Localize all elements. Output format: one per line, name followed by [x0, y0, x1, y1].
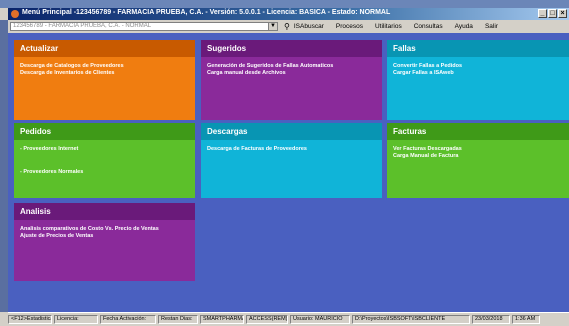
- menu-ayuda[interactable]: Ayuda: [455, 22, 473, 31]
- menu-salir[interactable]: Salir: [485, 22, 498, 31]
- close-button[interactable]: ×: [558, 9, 567, 18]
- status-db-mode: ACCESS(REM): [246, 315, 288, 324]
- menu-consultas[interactable]: Consultas: [414, 22, 443, 31]
- status-time: 1:36 AM: [512, 315, 540, 324]
- status-bar: <F12>Estadistica Licencia: Fecha Activac…: [8, 312, 569, 326]
- status-usuario: Usuario: MAURICIO: [290, 315, 350, 324]
- pharmacy-select[interactable]: 123456789 - FARMACIA PRUEBA, C.A. - NORM…: [10, 22, 278, 31]
- title-bar: Menú Principal -123456789 - FARMACIA PRU…: [8, 8, 569, 20]
- status-fecha-activacion: Fecha Activación:: [100, 315, 156, 324]
- link-descarga-inventarios[interactable]: Descarga de Inventarios de Clientes: [20, 70, 189, 77]
- tile-sugeridos-title: Sugeridos: [201, 40, 382, 57]
- window-title: Menú Principal -123456789 - FARMACIA PRU…: [22, 9, 391, 16]
- link-ajuste-precios[interactable]: Ajuste de Precios de Ventas: [20, 233, 189, 240]
- pharmacy-select-value: 123456789 - FARMACIA PRUEBA, C.A. - NORM…: [13, 23, 152, 29]
- tile-fallas-title: Fallas: [387, 40, 569, 57]
- tile-pedidos[interactable]: Pedidos - Proveedores Internet - Proveed…: [14, 123, 195, 198]
- link-carga-manual-archivos[interactable]: Carga manual desde Archivos: [207, 70, 376, 77]
- status-path: D:\Proyectos\ISBSOFT\ISBCLIENTE: [352, 315, 470, 324]
- status-product: SMARTPHARMA: [200, 315, 244, 324]
- tile-actualizar[interactable]: Actualizar Descarga de Catalogos de Prov…: [14, 40, 195, 120]
- dashboard-area: Actualizar Descarga de Catalogos de Prov…: [8, 33, 569, 312]
- tile-descargas-title: Descargas: [201, 123, 382, 140]
- status-date: 23/03/2018: [472, 315, 510, 324]
- minimize-button[interactable]: _: [538, 9, 547, 18]
- menu-isabuscar[interactable]: ISAbuscar: [294, 22, 324, 31]
- link-carga-manual-factura[interactable]: Carga Manual de Factura: [393, 153, 563, 160]
- tile-actualizar-title: Actualizar: [14, 40, 195, 57]
- tile-analisis-title: Analisis: [14, 203, 195, 220]
- status-licencia: Licencia:: [54, 315, 98, 324]
- status-restan-dias: Restan Dias:: [158, 315, 198, 324]
- menu-bar: 123456789 - FARMACIA PRUEBA, C.A. - NORM…: [8, 20, 569, 34]
- window-left-edge: [0, 20, 8, 312]
- maximize-button[interactable]: □: [548, 9, 557, 18]
- link-cargar-fallas-isaweb[interactable]: Cargar Fallas a ISAweb: [393, 70, 563, 77]
- link-descarga-facturas[interactable]: Descarga de Facturas de Proveedores: [207, 146, 376, 153]
- menu-items: ⚲ ISAbuscar Procesos Utilitarios Consult…: [284, 22, 510, 31]
- tile-sugeridos[interactable]: Sugeridos Generación de Sugeridos de Fal…: [201, 40, 382, 120]
- link-proveedores-normales[interactable]: - Proveedores Normales: [20, 169, 189, 176]
- dropdown-arrow-icon[interactable]: ▼: [268, 23, 277, 30]
- tile-facturas-title: Facturas: [387, 123, 569, 140]
- menu-procesos[interactable]: Procesos: [336, 22, 363, 31]
- app-icon: [11, 10, 19, 18]
- window-controls: _ □ ×: [538, 9, 567, 18]
- tile-fallas[interactable]: Fallas Convertir Fallas a Pedidos Cargar…: [387, 40, 569, 120]
- tile-descargas[interactable]: Descargas Descarga de Facturas de Provee…: [201, 123, 382, 198]
- tile-facturas[interactable]: Facturas Ver Facturas Descargadas Carga …: [387, 123, 569, 198]
- desktop-top-edge: [0, 0, 569, 8]
- status-estadistica[interactable]: <F12>Estadistica: [8, 315, 52, 324]
- binoculars-icon[interactable]: ⚲: [284, 22, 290, 31]
- tile-analisis[interactable]: Analisis Analisis comparativos de Costo …: [14, 203, 195, 281]
- tile-pedidos-title: Pedidos: [14, 123, 195, 140]
- menu-utilitarios[interactable]: Utilitarios: [375, 22, 402, 31]
